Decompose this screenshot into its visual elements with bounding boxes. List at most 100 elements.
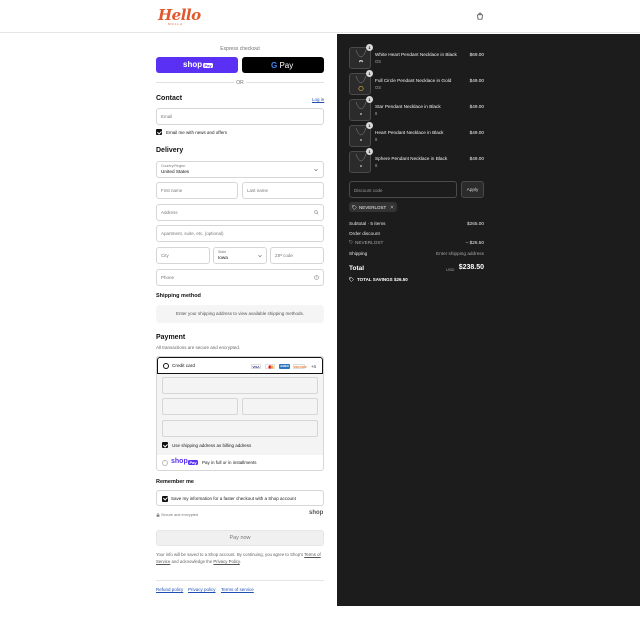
remember-me-heading: Remember me [156, 479, 194, 485]
item-variant: 8 [375, 111, 378, 116]
email-field[interactable]: Email [156, 108, 324, 125]
quantity-badge: 1 [366, 122, 373, 129]
express-checkout-label: Express checkout [220, 46, 260, 52]
discount-code-name: NEVERLOST [355, 240, 384, 245]
applied-discount-code: NEVERLOST [359, 204, 387, 210]
necklace-icon [355, 49, 367, 63]
chevron-down-icon [314, 168, 318, 172]
country-value: United States [161, 169, 190, 174]
payment-heading: Payment [156, 334, 186, 341]
last-name-placeholder: Last name [247, 188, 269, 193]
total-savings: TOTAL SAVINGS $26.50 [357, 277, 408, 282]
necklace-icon [355, 75, 367, 92]
pay-now-button[interactable]: Pay now [156, 530, 324, 546]
credit-card-label: Credit card [172, 363, 195, 368]
card-details-panel: Use shipping address as billing address [157, 374, 323, 455]
item-name: Star Pendant Necklace in Black [375, 104, 441, 109]
visa-icon: VISA [251, 364, 261, 369]
shipping-method-heading: Shipping method [156, 293, 201, 299]
payment-options: Credit card VISA AMEX DISCOVER +4 Use sh… [156, 356, 324, 471]
shop-pay-installments-option[interactable]: shop Pay Pay in full or in installments [157, 455, 323, 470]
card-name-field[interactable] [162, 420, 318, 437]
phone-placeholder: Phone [161, 275, 175, 280]
order-discount-label: Order discount [349, 231, 380, 236]
billing-same-label: Use shipping address as billing address [172, 442, 252, 448]
amex-icon: AMEX [279, 364, 290, 369]
necklace-icon [355, 153, 367, 167]
login-link[interactable]: Log in [312, 97, 324, 102]
phone-field[interactable]: Phone ? [156, 269, 324, 286]
search-icon [314, 210, 319, 215]
google-g-icon: G [271, 61, 278, 70]
total-savings-value: $26.50 [393, 277, 408, 282]
apply-discount-button[interactable]: Apply [461, 181, 484, 198]
help-circle-icon[interactable]: ? [314, 275, 319, 280]
necklace-icon [355, 101, 367, 115]
credit-card-radio[interactable] [163, 362, 169, 369]
item-name: Full Circle Pendant Necklace in Gold [375, 78, 452, 83]
address-field[interactable]: Address [156, 204, 324, 221]
applied-discount-tag: NEVERLOST [349, 202, 397, 212]
city-field[interactable]: City [156, 247, 210, 264]
total-label: Total [349, 265, 365, 272]
card-expiry-field[interactable] [162, 398, 238, 415]
subtotal-value: $265.00 [467, 221, 484, 226]
refund-policy-link[interactable]: Refund policy [156, 587, 183, 592]
credit-card-option[interactable]: Credit card VISA AMEX DISCOVER +4 [157, 357, 323, 374]
item-price: $49.00 [469, 104, 484, 109]
country-select[interactable]: Country/Region United States [156, 161, 324, 178]
card-cvc-field[interactable] [242, 398, 318, 415]
discount-code-input[interactable]: Discount code [349, 181, 457, 198]
total-value: $238.50 [458, 264, 484, 271]
last-name-field[interactable]: Last name [242, 182, 324, 199]
shop-pay-chip: Pay [203, 63, 214, 68]
zip-field[interactable]: ZIP code [270, 247, 324, 264]
shopping-bag-icon[interactable] [476, 12, 484, 20]
tag-icon [352, 204, 357, 210]
shipping-method-notice: Enter your shipping address to view avai… [156, 305, 324, 323]
state-value: Iowa [218, 255, 228, 260]
shop-pay-logo-text: shop [171, 458, 188, 465]
state-select[interactable]: State Iowa [213, 247, 267, 264]
chevron-down-icon [258, 254, 262, 258]
city-placeholder: City [161, 253, 169, 258]
billing-same-checkbox[interactable] [162, 442, 168, 448]
tag-icon [349, 240, 353, 244]
remember-me-box: Save my information for a faster checkou… [156, 490, 324, 506]
card-number-field[interactable] [162, 377, 318, 394]
footer-divider [156, 580, 324, 581]
close-icon[interactable] [390, 205, 394, 209]
shop-pay-logo-text: shop [183, 60, 203, 69]
delivery-heading: Delivery [156, 147, 184, 154]
discount-code-placeholder: Discount code [354, 187, 383, 193]
cart-item: 1 Star Pendant Necklace in Black 8 [349, 96, 484, 121]
shop-pay-chip: Pay [188, 460, 199, 465]
shipping-label: Shipping [349, 251, 368, 256]
shop-privacy-link[interactable]: Privacy Policy [213, 559, 239, 564]
save-info-checkbox[interactable] [162, 495, 168, 502]
apartment-placeholder: Apartment, suite, etc. (optional) [161, 231, 224, 236]
item-variant: OS [375, 85, 382, 90]
cart-item: 1 Heart Pendant Necklace in Black 8 [349, 122, 484, 147]
google-pay-label: G Pay [271, 61, 294, 70]
apartment-field[interactable]: Apartment, suite, etc. (optional) [156, 225, 324, 242]
shop-pay-button[interactable]: shop Pay [156, 57, 238, 73]
item-variant: OS [375, 59, 382, 64]
address-placeholder: Address [161, 210, 178, 215]
privacy-policy-link[interactable]: Privacy policy [188, 587, 216, 592]
lock-icon [156, 513, 160, 517]
first-name-field[interactable]: First name [156, 182, 238, 199]
site-header: Hello MOLLA [0, 0, 640, 33]
mastercard-icon [265, 364, 275, 369]
shop-pay-radio[interactable] [162, 460, 168, 466]
item-name: Sphere Pendant Necklace in Black [375, 156, 448, 161]
item-price: $49.00 [469, 78, 484, 83]
discover-icon: DISCOVER [293, 364, 307, 369]
quantity-badge: 1 [366, 44, 373, 51]
newsletter-checkbox[interactable] [156, 129, 162, 135]
zip-placeholder: ZIP code [275, 253, 293, 258]
email-placeholder: Email [161, 114, 173, 119]
state-label: State [218, 250, 227, 254]
terms-of-service-link[interactable]: Terms of service [221, 587, 254, 592]
quantity-badge: 1 [366, 96, 373, 103]
